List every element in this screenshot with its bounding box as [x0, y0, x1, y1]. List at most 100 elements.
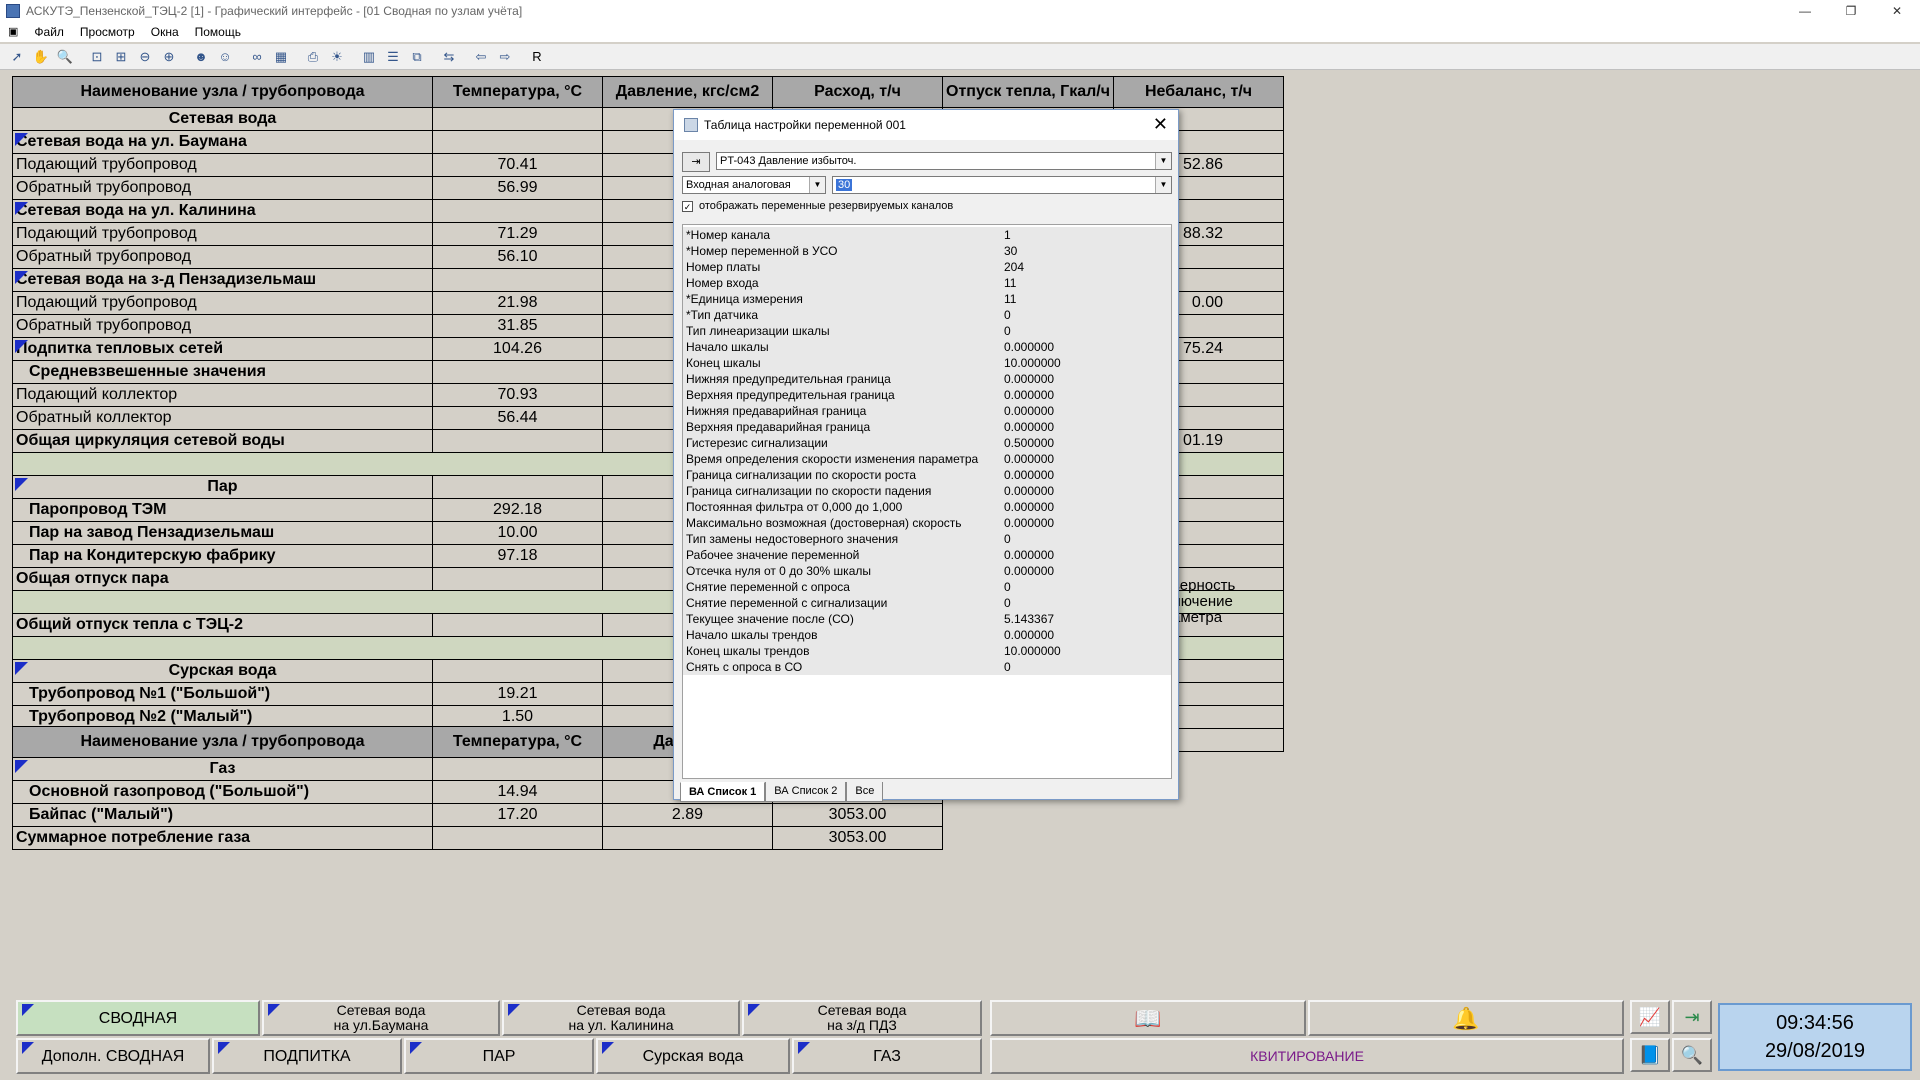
- property-row[interactable]: *Номер переменной в УСО 30: [683, 243, 1171, 259]
- menu-file[interactable]: Файл: [26, 22, 72, 42]
- property-row[interactable]: Начало шкалы 0.000000: [683, 339, 1171, 355]
- nav-bauman-button[interactable]: Сетевая вода на ул.Баумана: [262, 1000, 500, 1036]
- print-icon[interactable]: ⎙: [302, 46, 324, 68]
- property-value: 0.000000: [1001, 451, 1171, 467]
- zoom-out-icon[interactable]: ⊖: [134, 46, 156, 68]
- minimize-icon[interactable]: —: [1782, 0, 1828, 22]
- close-icon[interactable]: ✕: [1874, 0, 1920, 22]
- chevron-down-icon[interactable]: ▼: [1155, 153, 1171, 169]
- property-row[interactable]: Постоянная фильтра от 0,000 до 1,000 0.00…: [683, 499, 1171, 515]
- pointer-icon[interactable]: ➚: [6, 46, 28, 68]
- property-row[interactable]: Конец шкалы трендов 10.000000: [683, 643, 1171, 659]
- property-row[interactable]: Верхняя предаварийная граница 0.000000: [683, 419, 1171, 435]
- chevron-down-icon[interactable]: ▼: [809, 177, 825, 193]
- panel-rows-icon[interactable]: ☰: [382, 46, 404, 68]
- magnifier-icon[interactable]: 🔍: [54, 46, 76, 68]
- property-row[interactable]: Нижняя предаварийная граница 0.000000: [683, 403, 1171, 419]
- back-arrow-icon[interactable]: ⇦: [470, 46, 492, 68]
- row-name: Общий отпуск тепла с ТЭЦ-2: [12, 613, 433, 637]
- trend-chart-icon[interactable]: 📈: [1630, 1000, 1670, 1034]
- variable-number-select[interactable]: 30 ▼: [832, 176, 1172, 194]
- nav-kalinin-button[interactable]: Сетевая вода на ул. Калинина: [502, 1000, 740, 1036]
- property-row[interactable]: Текущее значение после (СО) 5.143367: [683, 611, 1171, 627]
- users-icon[interactable]: ☻: [190, 46, 212, 68]
- tab-va-list-1[interactable]: ВА Список 1: [680, 782, 766, 802]
- forward-arrow-icon[interactable]: ⇨: [494, 46, 516, 68]
- restore-icon[interactable]: ❐: [1828, 0, 1874, 22]
- property-row[interactable]: Гистерезис сигнализации 0.500000: [683, 435, 1171, 451]
- tab-all[interactable]: Все: [846, 782, 884, 802]
- property-row[interactable]: *Тип датчика 0: [683, 307, 1171, 323]
- property-value: 0: [1001, 323, 1171, 339]
- nav-steam-button[interactable]: ПАР: [404, 1038, 594, 1074]
- property-name: *Единица измерения: [683, 291, 1001, 307]
- book-icon[interactable]: 📘: [1630, 1038, 1670, 1072]
- exit-icon[interactable]: ⇥: [1672, 1000, 1712, 1034]
- window-swap-icon[interactable]: ⇆: [438, 46, 460, 68]
- row-name: Подающий коллектор: [12, 383, 433, 407]
- alarm-button[interactable]: 🔔: [1308, 1000, 1624, 1036]
- property-row[interactable]: Номер входа 11: [683, 275, 1171, 291]
- windows-icon[interactable]: ⧉: [406, 46, 428, 68]
- property-row[interactable]: Начало шкалы трендов 0.000000: [683, 627, 1171, 643]
- property-name: Верхняя предаварийная граница: [683, 419, 1001, 435]
- nav-pdz-button[interactable]: Сетевая вода на з/д ПДЗ: [742, 1000, 982, 1036]
- menu-windows[interactable]: Окна: [143, 22, 187, 42]
- chevron-down-icon[interactable]: ▼: [1155, 177, 1171, 193]
- nav-summary-button[interactable]: СВОДНАЯ: [16, 1000, 260, 1036]
- menu-doc-icon[interactable]: ▣: [0, 22, 26, 42]
- property-value: 0.000000: [1001, 483, 1171, 499]
- row-name: Сетевая вода на ул. Калинина: [12, 199, 433, 223]
- property-row[interactable]: Номер платы 204: [683, 259, 1171, 275]
- zoom-in-icon[interactable]: ⊕: [158, 46, 180, 68]
- input-type-select[interactable]: Входная аналоговая ▼: [682, 176, 826, 194]
- property-row[interactable]: Тип линеаризации шкалы 0: [683, 323, 1171, 339]
- pin-button[interactable]: ⇥: [682, 152, 710, 172]
- user-key-icon[interactable]: ☺: [214, 46, 236, 68]
- property-row[interactable]: *Номер канала 1: [683, 227, 1171, 243]
- property-row[interactable]: Снятие переменной с сигнализации 0: [683, 595, 1171, 611]
- row-name: Обратный коллектор: [12, 406, 433, 430]
- r-button[interactable]: R: [526, 46, 548, 68]
- menu-bar: ▣ Файл Просмотр Окна Помощь _ ❐ x: [0, 22, 1920, 61]
- property-row[interactable]: Конец шкалы 10.000000: [683, 355, 1171, 371]
- property-name: *Номер переменной в УСО: [683, 243, 1001, 259]
- journal-button[interactable]: 📖: [990, 1000, 1306, 1036]
- zoom-fit-icon[interactable]: ⊞: [110, 46, 132, 68]
- bulb-icon[interactable]: ☀: [326, 46, 348, 68]
- property-row[interactable]: Нижняя предупредительная граница 0.000000: [683, 371, 1171, 387]
- property-row[interactable]: *Единица измерения 11: [683, 291, 1171, 307]
- hand-icon[interactable]: ✋: [30, 46, 52, 68]
- property-row[interactable]: Максимально возможная (достоверная) скор…: [683, 515, 1171, 531]
- menu-view[interactable]: Просмотр: [72, 22, 143, 42]
- search-icon[interactable]: 🔍: [1672, 1038, 1712, 1072]
- checkbox-checked-icon[interactable]: ✓: [682, 200, 693, 212]
- reserve-channels-checkbox[interactable]: ✓ отображать переменные резервируемых ка…: [682, 200, 953, 212]
- property-row[interactable]: Снятие переменной с опроса 0: [683, 579, 1171, 595]
- nav-extra-summary-button[interactable]: Дополн. СВОДНАЯ: [16, 1038, 210, 1074]
- zoom-1-1-icon[interactable]: ⊡: [86, 46, 108, 68]
- property-row[interactable]: Снять с опроса в СО 0: [683, 659, 1171, 675]
- dialog-close-icon[interactable]: ✕: [1153, 114, 1168, 135]
- calculator-icon[interactable]: ▦: [270, 46, 292, 68]
- panel-split-icon[interactable]: ▥: [358, 46, 380, 68]
- property-row[interactable]: Рабочее значение переменной 0.000000: [683, 547, 1171, 563]
- property-row[interactable]: Верхняя предупредительная граница 0.00000…: [683, 387, 1171, 403]
- variable-select[interactable]: PT-043 Давление избыточ. ▼: [716, 152, 1172, 170]
- property-value: 1: [1001, 227, 1171, 243]
- tab-va-list-2[interactable]: ВА Список 2: [765, 782, 847, 802]
- property-row[interactable]: Граница сигнализации по скорости падения…: [683, 483, 1171, 499]
- property-value: 10.000000: [1001, 643, 1171, 659]
- property-value: 0.000000: [1001, 387, 1171, 403]
- menu-help[interactable]: Помощь: [187, 22, 249, 42]
- nav-makeup-button[interactable]: ПОДПИТКА: [212, 1038, 402, 1074]
- property-row[interactable]: Отсечка нуля от 0 до 30% шкалы 0.000000: [683, 563, 1171, 579]
- nav-gas-button[interactable]: ГАЗ: [792, 1038, 982, 1074]
- property-value: 0.000000: [1001, 563, 1171, 579]
- binoculars-icon[interactable]: ∞: [246, 46, 268, 68]
- property-row[interactable]: Тип замены недостоверного значения 0: [683, 531, 1171, 547]
- property-row[interactable]: Граница сигнализации по скорости роста 0.…: [683, 467, 1171, 483]
- acknowledge-button[interactable]: КВИТИРОВАНИЕ: [990, 1038, 1624, 1074]
- nav-sura-water-button[interactable]: Сурская вода: [596, 1038, 790, 1074]
- property-row[interactable]: Время определения скорости изменения пар…: [683, 451, 1171, 467]
